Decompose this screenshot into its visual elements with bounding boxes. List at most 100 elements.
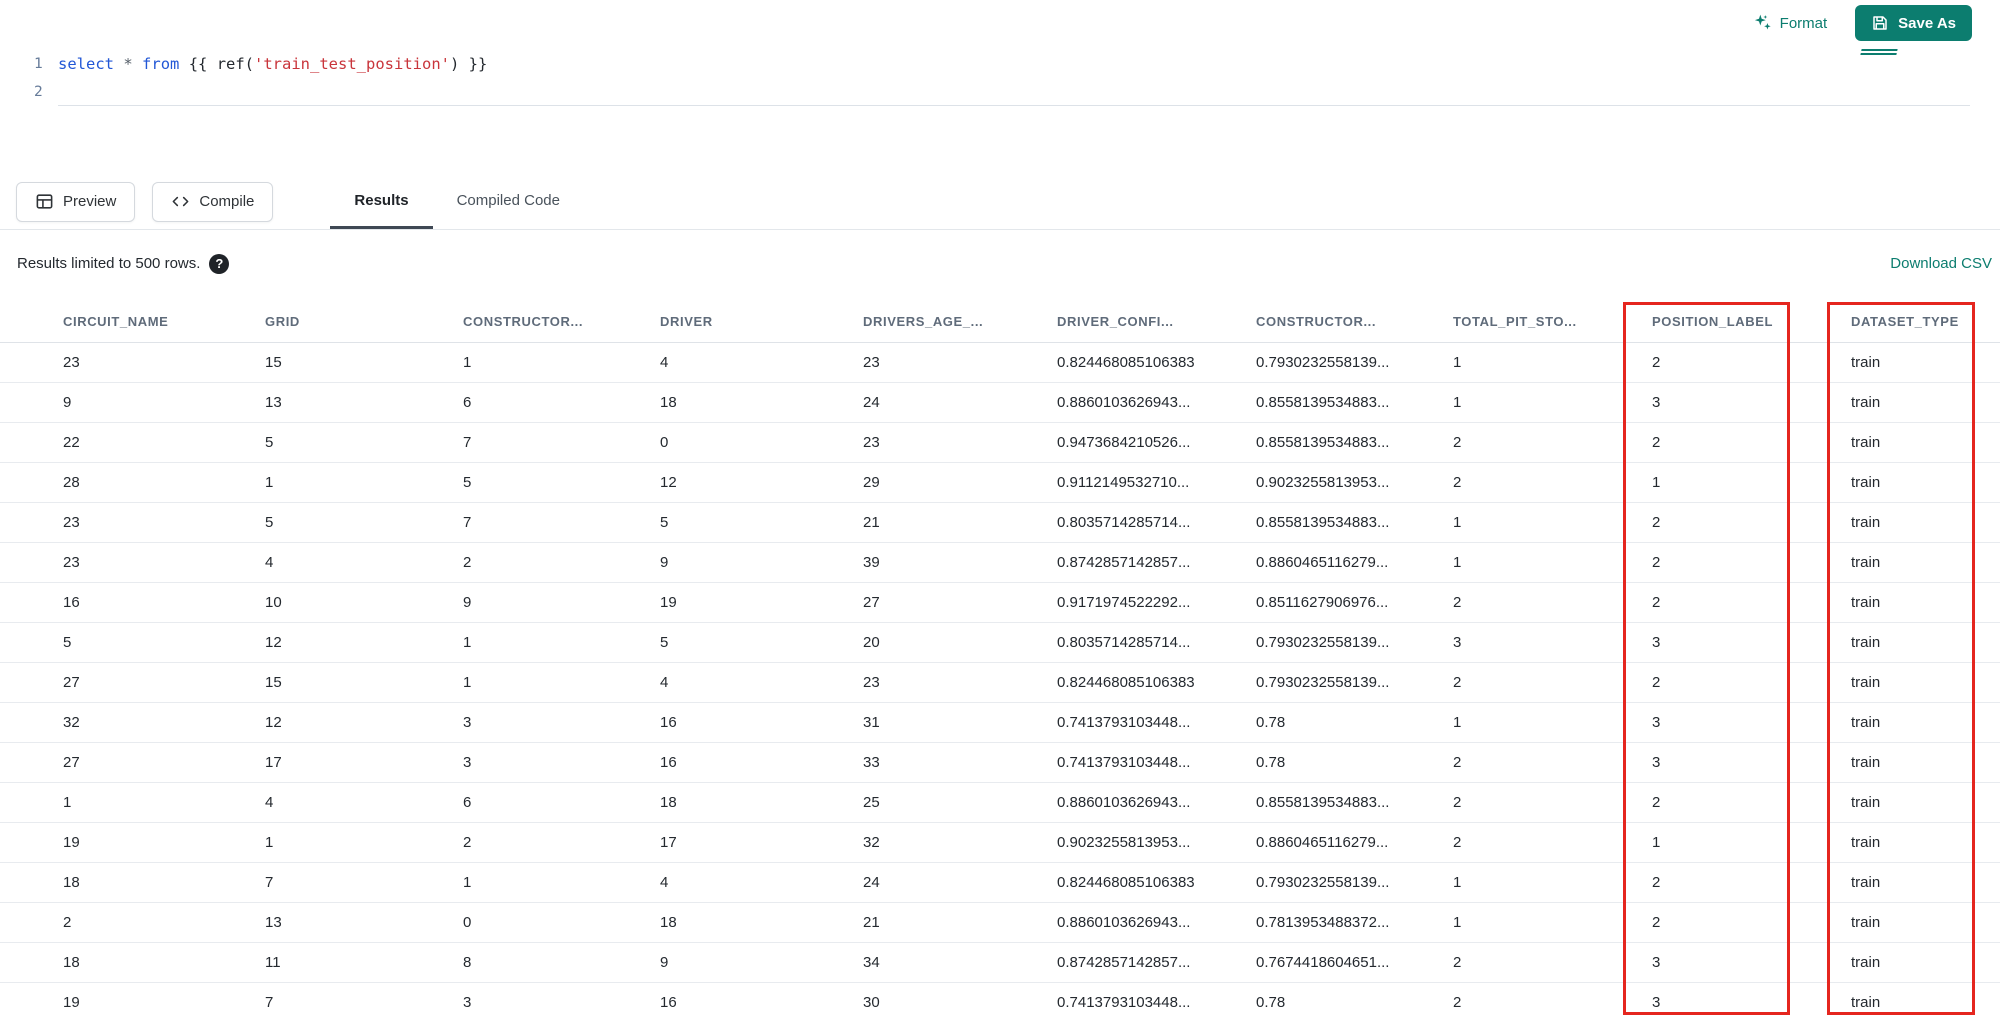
table-cell: 2 — [1453, 582, 1652, 623]
table-cell: 0.7413793103448... — [1057, 702, 1256, 743]
sql-editor[interactable]: 1 select * from {{ ref('train_test_posit… — [0, 46, 2000, 174]
table-cell: train — [1851, 342, 2000, 383]
table-cell: 16 — [660, 742, 863, 783]
table-cell: 5 — [265, 422, 463, 463]
table-cell: 0.9171974522292... — [1057, 582, 1256, 623]
table-cell: 1 — [1453, 342, 1652, 383]
table-cell: 0 — [660, 422, 863, 463]
table-cell: 0.78 — [1256, 702, 1453, 743]
format-label: Format — [1779, 14, 1828, 32]
table-cell: train — [1851, 902, 2000, 943]
table-cell: 2 — [1652, 582, 1851, 623]
table-cell: train — [1851, 382, 2000, 423]
table-cell: 19 — [660, 582, 863, 623]
table-cell: 8 — [463, 942, 660, 983]
tab-results[interactable]: Results — [330, 174, 433, 229]
table-cell: 16 — [0, 582, 265, 623]
table-cell: 4 — [265, 782, 463, 823]
table-cell: 21 — [863, 902, 1057, 943]
table-cell: 0.78 — [1256, 982, 1453, 1020]
tab-compiled-code[interactable]: Compiled Code — [433, 174, 584, 229]
table-row: 9 13 6 18 24 0.8860103626943... 0.855813953488… — [0, 382, 2000, 423]
table-cell: 27 — [863, 582, 1057, 623]
table-cell: 32 — [0, 702, 265, 743]
compile-button[interactable]: Compile — [152, 181, 274, 222]
table-row: 18 11 8 9 34 0.8742857142857... 0.767441860465… — [0, 942, 2000, 983]
top-toolbar: Format Save As — [0, 0, 2000, 55]
compile-label: Compile — [199, 193, 255, 210]
table-cell: 2 — [1652, 862, 1851, 903]
save-as-button[interactable]: Save As — [1855, 5, 1972, 41]
column-header: DRIVERS_AGE_... — [863, 302, 1057, 343]
table-cell: 0.8860465116279... — [1256, 822, 1453, 863]
format-button[interactable]: Format — [1752, 13, 1828, 33]
table-row: 19 7 3 16 30 0.7413793103448... 0.78 2 3 train — [0, 982, 2000, 1020]
table-cell: 17 — [265, 742, 463, 783]
table-cell: 0.7813953488372... — [1256, 902, 1453, 943]
table-cell: 25 — [863, 782, 1057, 823]
column-header: POSITION_LABEL — [1652, 302, 1851, 343]
table-cell: 27 — [0, 662, 265, 703]
table-cell: 1 — [463, 342, 660, 383]
table-cell: 0.8860103626943... — [1057, 382, 1256, 423]
table-cell: 4 — [660, 342, 863, 383]
table-cell: 34 — [863, 942, 1057, 983]
table-cell: 18 — [0, 862, 265, 903]
table-row: 27 15 1 4 23 0.824468085106383 0.7930232558139… — [0, 662, 2000, 703]
teal-underline-fragment — [1860, 49, 1898, 55]
sparkles-icon — [1752, 13, 1772, 33]
table-row: 22 5 7 0 23 0.9473684210526... 0.8558139534883… — [0, 422, 2000, 463]
table-row: 2 13 0 18 21 0.8860103626943... 0.781395348837… — [0, 902, 2000, 943]
table-cell: train — [1851, 622, 2000, 663]
table-header-row: CIRCUIT_NAME GRID CONSTRUCTOR... DRIVER DRIV… — [0, 302, 2000, 343]
table-cell: 0.8035714285714... — [1057, 502, 1256, 543]
table-row: 27 17 3 16 33 0.7413793103448... 0.78 2 3 train — [0, 742, 2000, 783]
table-cell: 2 — [1652, 342, 1851, 383]
code-token: 'train_test_position' — [254, 55, 450, 73]
code-line-2[interactable]: 2 — [0, 78, 2000, 106]
table-cell: 2 — [1453, 782, 1652, 823]
table-cell: train — [1851, 702, 2000, 743]
results-table: CIRCUIT_NAME GRID CONSTRUCTOR... DRIVER DRIV… — [0, 302, 2000, 1020]
table-cell: 3 — [1652, 942, 1851, 983]
column-header: DRIVER_CONFI... — [1057, 302, 1256, 343]
code-line-1[interactable]: 1 select * from {{ ref('train_test_posit… — [0, 50, 2000, 78]
table-row: 18 7 1 4 24 0.824468085106383 0.7930232558139.… — [0, 862, 2000, 903]
table-cell: 27 — [0, 742, 265, 783]
code-token: {{ — [179, 55, 217, 73]
download-csv-link[interactable]: Download CSV — [1890, 255, 1992, 272]
table-cell: 31 — [863, 702, 1057, 743]
table-cell: 3 — [463, 702, 660, 743]
table-cell: 2 — [1453, 422, 1652, 463]
table-cell: 1 — [265, 462, 463, 503]
preview-label: Preview — [63, 193, 117, 210]
table-cell: 15 — [265, 662, 463, 703]
table-cell: 0.8860465116279... — [1256, 542, 1453, 583]
table-cell: 10 — [265, 582, 463, 623]
help-icon[interactable]: ? — [209, 253, 230, 274]
table-cell: 1 — [463, 622, 660, 663]
table-cell: 5 — [660, 622, 863, 663]
table-cell: 3 — [463, 742, 660, 783]
table-cell: train — [1851, 662, 2000, 703]
table-cell: 0.824468085106383 — [1057, 862, 1256, 903]
table-row: 19 1 2 17 32 0.9023255813953... 0.886046511627… — [0, 822, 2000, 863]
table-cell: 0.7413793103448... — [1057, 742, 1256, 783]
table-cell: 30 — [863, 982, 1057, 1020]
table-cell: 2 — [1453, 822, 1652, 863]
table-cell: 39 — [863, 542, 1057, 583]
table-cell: 2 — [1652, 902, 1851, 943]
preview-button[interactable]: Preview — [16, 181, 136, 222]
empty-code-line[interactable] — [58, 78, 1970, 106]
table-cell: train — [1851, 582, 2000, 623]
table-cell: 2 — [463, 542, 660, 583]
table-cell: 7 — [463, 502, 660, 543]
table-cell: 18 — [660, 902, 863, 943]
table-cell: 2 — [1453, 662, 1652, 703]
table-cell: 29 — [863, 462, 1057, 503]
table-cell: 6 — [463, 782, 660, 823]
table-cell: 18 — [660, 382, 863, 423]
table-cell: train — [1851, 422, 2000, 463]
code-content[interactable]: select * from {{ ref('train_test_positio… — [58, 55, 2000, 73]
